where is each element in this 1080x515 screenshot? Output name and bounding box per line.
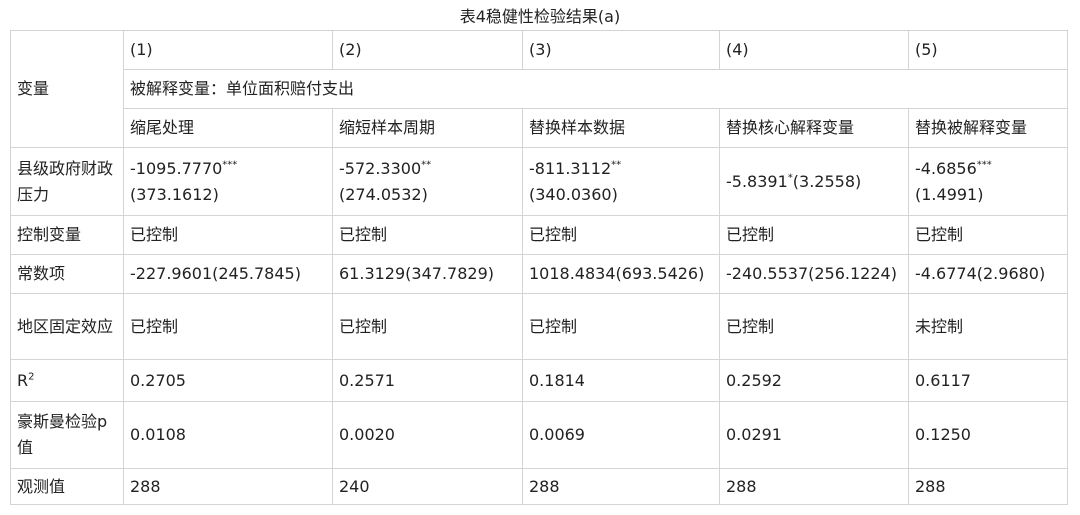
significance-stars: **: [611, 159, 622, 171]
method-cell-5: 替换被解释变量: [908, 108, 1068, 148]
hausman-cell-1: 0.0108: [123, 401, 333, 469]
row-label-hausman: 豪斯曼检验p值: [10, 401, 124, 469]
fixed-effects-cell-3: 已控制: [522, 293, 720, 360]
method-cell-3: 替换样本数据: [522, 108, 720, 148]
coefficient: -1095.7770: [130, 158, 223, 178]
r-squared-cell-3: 0.1814: [522, 359, 720, 402]
pressure-cell-4: -5.8391*(3.2558): [719, 147, 909, 216]
r-squared-cell-1: 0.2705: [123, 359, 333, 402]
row-label-r-squared: R2: [10, 359, 124, 402]
column-number-3: (3): [522, 30, 720, 70]
constant-cell-5: -4.6774(2.9680): [908, 254, 1068, 294]
constant-cell-4: -240.5537(256.1224): [719, 254, 909, 294]
constant-cell-2: 61.3129(347.7829): [332, 254, 523, 294]
table-row-controls: 控制变量 已控制 已控制 已控制 已控制 已控制: [10, 215, 1068, 255]
table-caption: 表4稳健性检验结果(a): [459, 7, 621, 26]
pressure-cell-3: -811.3112** (340.0360): [522, 147, 720, 216]
controls-cell-3: 已控制: [522, 215, 720, 255]
controls-cell-5: 已控制: [908, 215, 1068, 255]
standard-error: (1.4991): [915, 184, 984, 204]
row-label-fiscal-pressure: 县级政府财政压力: [10, 147, 124, 216]
row-label-fixed-effects: 地区固定效应: [10, 293, 124, 360]
robustness-results-table: 变量 (1) (2) (3) (4) (5) 被解释变量：单位面积赔付支出 缩尾…: [10, 30, 1068, 505]
observations-cell-3: 288: [522, 468, 720, 505]
fixed-effects-cell-1: 已控制: [123, 293, 333, 360]
standard-error: (340.0360): [529, 184, 618, 204]
row-label-constant: 常数项: [10, 254, 124, 294]
controls-cell-2: 已控制: [332, 215, 523, 255]
column-number-5: (5): [908, 30, 1068, 70]
significance-stars: ***: [976, 159, 992, 171]
dependent-variable-cell: 被解释变量：单位面积赔付支出: [123, 69, 1068, 109]
coefficient: -572.3300: [339, 158, 422, 178]
standard-error: (3.2558): [792, 171, 862, 191]
header-row-column-numbers: 变量 (1) (2) (3) (4) (5): [10, 30, 1068, 148]
significance-stars: **: [421, 159, 432, 171]
column-number-2: (2): [332, 30, 523, 70]
standard-error: (373.1612): [130, 184, 219, 204]
coefficient: -811.3112: [529, 158, 612, 178]
controls-cell-1: 已控制: [123, 215, 333, 255]
table-row-fixed-effects: 地区固定效应 已控制 已控制 已控制 已控制 未控制: [10, 293, 1068, 360]
header-row-dependent-variable: 被解释变量：单位面积赔付支出: [11, 69, 1068, 109]
coefficient: -5.8391: [726, 171, 788, 191]
hausman-cell-4: 0.0291: [719, 401, 909, 469]
hausman-cell-5: 0.1250: [908, 401, 1068, 469]
hausman-cell-2: 0.0020: [332, 401, 523, 469]
column-number-1: (1): [123, 30, 333, 70]
observations-cell-1: 288: [123, 468, 333, 505]
constant-cell-3: 1018.4834(693.5426): [522, 254, 720, 294]
fixed-effects-cell-4: 已控制: [719, 293, 909, 360]
fixed-effects-cell-5: 未控制: [908, 293, 1068, 360]
table-row-fiscal-pressure: 县级政府财政压力 -1095.7770*** (373.1612) -572.33…: [10, 147, 1068, 216]
observations-cell-2: 240: [332, 468, 523, 505]
r-squared-cell-5: 0.6117: [908, 359, 1068, 402]
method-cell-2: 缩短样本周期: [332, 108, 523, 148]
method-cell-1: 缩尾处理: [123, 108, 333, 148]
row-label-observations: 观测值: [10, 468, 124, 505]
variable-header-cell: 变量: [10, 30, 124, 148]
table-row-hausman: 豪斯曼检验p值 0.0108 0.0020 0.0069 0.0291 0.12…: [10, 401, 1068, 469]
row-label-controls: 控制变量: [10, 215, 124, 255]
pressure-cell-2: -572.3300** (274.0532): [332, 147, 523, 216]
fixed-effects-cell-2: 已控制: [332, 293, 523, 360]
pressure-cell-1: -1095.7770*** (373.1612): [123, 147, 333, 216]
r-squared-cell-2: 0.2571: [332, 359, 523, 402]
observations-cell-4: 288: [719, 468, 909, 505]
table-row-observations: 观测值 288 240 288 288 288: [10, 468, 1068, 505]
table-row-constant: 常数项 -227.9601(245.7845) 61.3129(347.7829…: [10, 254, 1068, 294]
table-row-r-squared: R2 0.2705 0.2571 0.1814 0.2592 0.6117: [10, 359, 1068, 402]
standard-error: (274.0532): [339, 184, 428, 204]
pressure-cell-5: -4.6856*** (1.4991): [908, 147, 1068, 216]
hausman-cell-3: 0.0069: [522, 401, 720, 469]
observations-cell-5: 288: [908, 468, 1068, 505]
coefficient: -4.6856: [915, 158, 977, 178]
header-row-methods: 缩尾处理 缩短样本周期 替换样本数据 替换核心解释变量 替换被解释变量: [11, 108, 1068, 148]
method-cell-4: 替换核心解释变量: [719, 108, 909, 148]
r-squared-cell-4: 0.2592: [719, 359, 909, 402]
r-squared-base: R: [17, 370, 29, 390]
constant-cell-1: -227.9601(245.7845): [123, 254, 333, 294]
column-number-4: (4): [719, 30, 909, 70]
r-squared-exponent: 2: [28, 371, 35, 383]
significance-stars: ***: [222, 159, 238, 171]
controls-cell-4: 已控制: [719, 215, 909, 255]
